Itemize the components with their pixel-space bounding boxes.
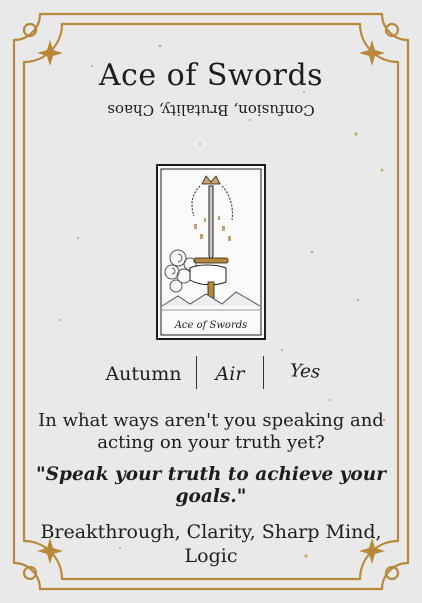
tarot-card: Ace of Swords Confusion, Brutality, Chao…	[0, 0, 422, 603]
upright-keywords: Breakthrough, Clarity, Sharp Mind, Logic	[40, 521, 382, 567]
card-title: Ace of Swords	[98, 58, 324, 93]
card-illustration: Ace of Swords	[156, 164, 266, 340]
affirmation-quote: "Speak your truth to achieve your goals.…	[36, 464, 386, 507]
season-label: Autumn	[105, 363, 182, 385]
reversed-meaning: Confusion, Brutality, Chaos	[107, 101, 315, 119]
divider	[196, 356, 197, 389]
card-attributes: Autumn Air Yes	[0, 355, 422, 389]
yes-no-label: Yes	[289, 360, 321, 383]
reflection-question: In what ways aren't you speaking and act…	[38, 410, 384, 453]
divider	[263, 356, 264, 389]
element-label: Air	[215, 363, 245, 385]
illustration-caption: Ace of Swords	[174, 320, 248, 331]
